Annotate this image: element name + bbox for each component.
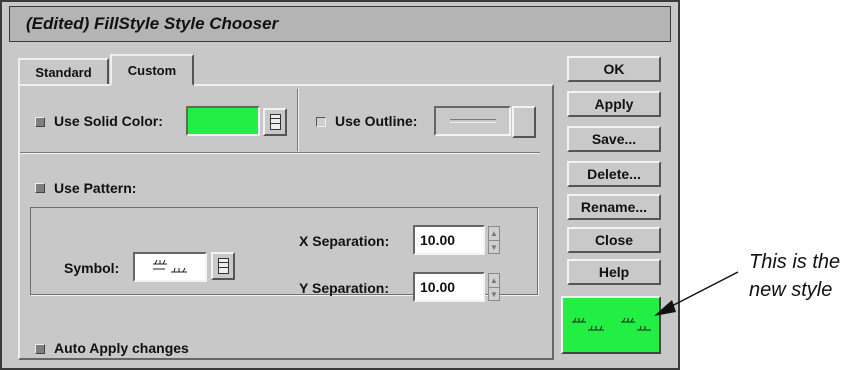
grass-symbol-icon — [571, 317, 604, 331]
outline-line-preview — [449, 119, 496, 123]
rename-button[interactable]: Rename... — [567, 194, 661, 220]
close-button[interactable]: Close — [567, 227, 661, 253]
y-separation-label: Y Separation: — [299, 280, 389, 296]
symbol-label: Symbol: — [64, 260, 120, 276]
delete-button[interactable]: Delete... — [567, 161, 661, 187]
auto-apply-checkbox[interactable] — [35, 344, 45, 354]
pattern-label: Use Pattern: — [54, 180, 137, 196]
grass-symbol-icon — [153, 260, 187, 273]
tab-custom[interactable]: Custom — [110, 54, 194, 86]
ok-button[interactable]: OK — [567, 56, 661, 82]
menu-icon — [217, 258, 229, 274]
solid-color-menu-button[interactable] — [263, 108, 287, 136]
style-preview — [561, 296, 661, 354]
outline-checkbox[interactable] — [316, 117, 326, 127]
spinner-up-icon[interactable]: ▲ — [489, 227, 499, 241]
outline-menu-button[interactable] — [512, 106, 536, 138]
x-separation-input[interactable]: 10.00 — [413, 225, 485, 255]
tab-standard-label: Standard — [35, 64, 92, 80]
pattern-checkbox[interactable] — [35, 183, 45, 193]
outline-label: Use Outline: — [335, 113, 418, 129]
preview-fill — [563, 298, 659, 352]
grass-symbol-icon — [620, 317, 651, 331]
horizontal-divider — [20, 152, 540, 154]
solid-color-checkbox[interactable] — [35, 117, 45, 127]
outline-style-swatch[interactable] — [434, 106, 511, 136]
solid-color-swatch[interactable] — [186, 106, 260, 136]
x-separation-label: X Separation: — [299, 233, 390, 249]
annotation-text: This is the new style — [749, 248, 840, 304]
spinner-up-icon[interactable]: ▲ — [489, 274, 499, 288]
vertical-divider — [297, 89, 299, 151]
x-separation-spinner[interactable]: ▲ ▼ — [488, 226, 500, 254]
apply-button[interactable]: Apply — [567, 91, 661, 117]
symbol-picker[interactable] — [133, 252, 207, 282]
solid-color-fill — [188, 108, 258, 134]
window-title-bar[interactable]: (Edited) FillStyle Style Chooser — [9, 6, 671, 42]
annotation-arrow-icon — [654, 271, 739, 316]
y-separation-input[interactable]: 10.00 — [413, 272, 485, 302]
auto-apply-label: Auto Apply changes — [54, 340, 189, 356]
annotation-line-1: This is the — [749, 251, 841, 273]
y-separation-spinner[interactable]: ▲ ▼ — [488, 273, 500, 301]
spinner-down-icon[interactable]: ▼ — [489, 288, 499, 301]
save-button[interactable]: Save... — [567, 126, 661, 152]
menu-icon — [269, 114, 281, 130]
tab-standard[interactable]: Standard — [18, 58, 109, 86]
tab-custom-label: Custom — [127, 62, 177, 78]
spinner-down-icon[interactable]: ▼ — [489, 241, 499, 254]
symbol-menu-button[interactable] — [211, 252, 235, 280]
solid-color-label: Use Solid Color: — [54, 113, 163, 129]
annotation-line-2: new style — [749, 279, 833, 301]
window-title: (Edited) FillStyle Style Chooser — [26, 14, 279, 33]
help-button[interactable]: Help — [567, 259, 661, 285]
